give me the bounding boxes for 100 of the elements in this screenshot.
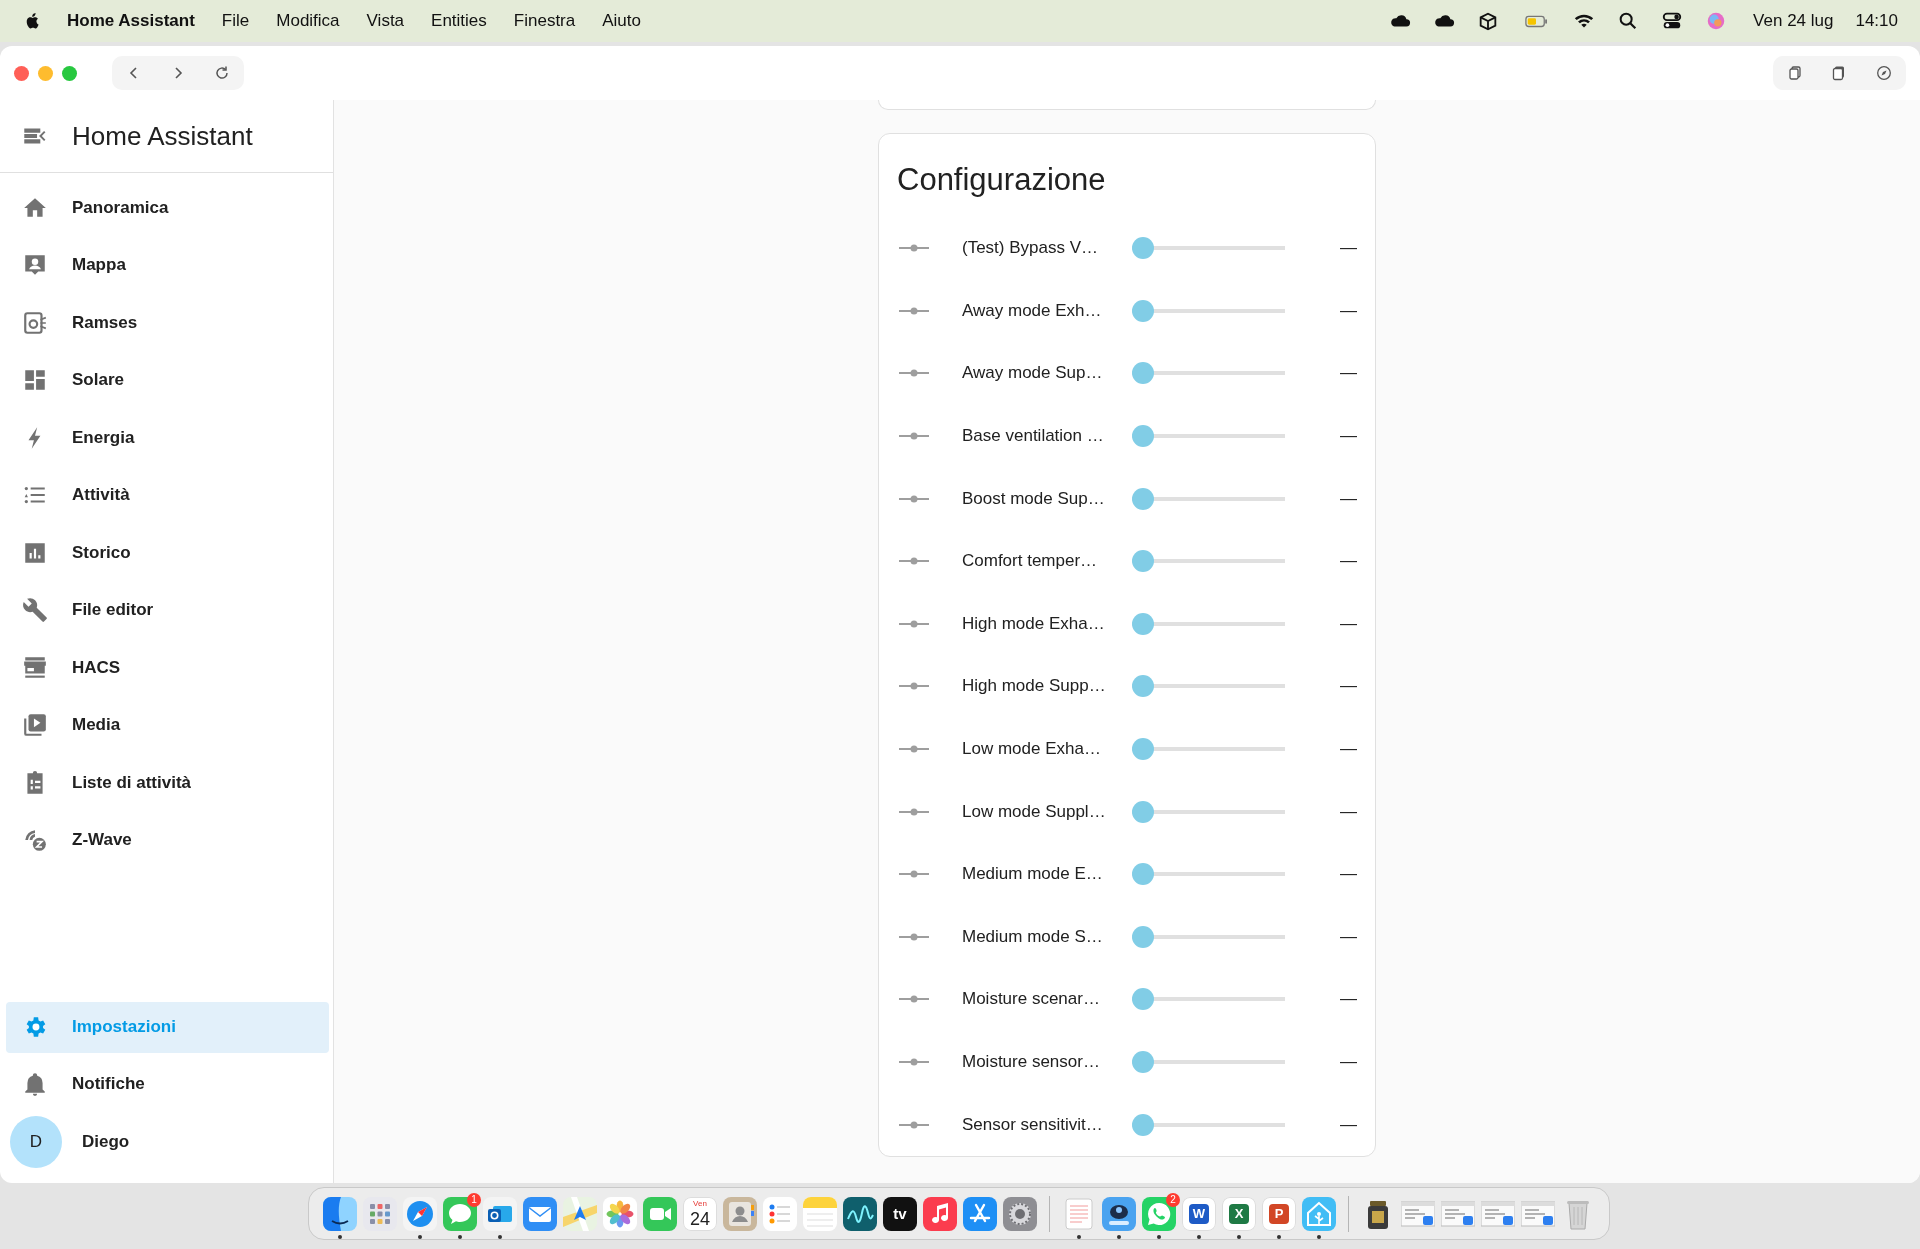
sidebar-item[interactable]: Notifiche (6, 1055, 329, 1113)
slider-thumb[interactable] (1132, 237, 1154, 260)
entity-name: Away mode Exh… (962, 300, 1103, 321)
zoom-button[interactable] (62, 65, 77, 81)
menu-item[interactable]: File (221, 11, 250, 31)
app-letter: P (1269, 1203, 1289, 1224)
entity-value: — (1339, 300, 1357, 321)
entity-name: Sensor sensitivit… (962, 1114, 1104, 1135)
entity-name: Away mode Sup… (962, 363, 1104, 384)
chat-bubble-icon[interactable] (443, 1196, 477, 1231)
app-tile-icon[interactable]: P (1262, 1196, 1296, 1231)
notepad-icon[interactable] (803, 1196, 837, 1231)
menu-date[interactable]: Ven 24 lug (1753, 11, 1834, 31)
slider-thumb[interactable] (1132, 863, 1154, 886)
menu-item[interactable]: Finestra (513, 11, 576, 31)
tv-app-icon[interactable]: tv (883, 1196, 917, 1231)
entity-name: Medium mode S… (962, 926, 1104, 947)
entity-name: Low mode Suppl… (962, 801, 1107, 822)
envelope-icon[interactable] (523, 1196, 557, 1231)
copy-icon[interactable] (1787, 65, 1804, 81)
slider-thumb[interactable] (1132, 612, 1154, 635)
paper-icon[interactable] (1062, 1196, 1096, 1231)
entity-value: — (1339, 238, 1357, 259)
squiggle-icon[interactable] (843, 1196, 877, 1231)
sidebar-item[interactable]: Ramses (6, 294, 329, 352)
envelope-icon[interactable] (483, 1196, 517, 1231)
entity-name: High mode Exha… (962, 613, 1106, 634)
slider-thumb[interactable] (1132, 1113, 1154, 1136)
sidebar-item[interactable]: Z-Wave (6, 811, 329, 869)
settings-icon[interactable] (1003, 1196, 1037, 1231)
entity-name: Boost mode Sup… (962, 488, 1106, 509)
slider-thumb[interactable] (1132, 675, 1154, 698)
slider-thumb[interactable] (1132, 800, 1154, 823)
store-icon (22, 654, 48, 681)
sidebar-item[interactable]: Storico (6, 524, 329, 582)
compass-icon[interactable] (1875, 65, 1892, 81)
sidebar-item[interactable]: Media (6, 696, 329, 754)
slider-thumb[interactable] (1132, 425, 1154, 448)
menu-time[interactable]: 14:10 (1855, 11, 1898, 31)
compass-icon[interactable] (403, 1196, 437, 1231)
slider-thumb[interactable] (1132, 487, 1154, 510)
menu-item[interactable]: Vista (366, 11, 405, 31)
wrench-icon (22, 597, 48, 624)
sidebar-item[interactable]: HACS (6, 639, 329, 697)
user-name[interactable]: Diego (82, 1131, 130, 1152)
entity-value: — (1339, 551, 1357, 572)
video-camera-icon[interactable] (643, 1196, 677, 1231)
slider-thumb[interactable] (1132, 925, 1154, 948)
map-icon[interactable] (563, 1196, 597, 1231)
entity-name: Moisture sensor… (962, 1052, 1101, 1072)
two-tone-square-icon[interactable] (323, 1196, 357, 1231)
entity-name: Low mode Exha… (962, 739, 1102, 760)
menu-item[interactable]: Modifica (276, 11, 340, 31)
entity-name: Moisture scenar… (962, 989, 1101, 1010)
sidebar-item[interactable]: Attività (6, 466, 329, 524)
sidebar-item[interactable]: Liste di attività (6, 754, 329, 812)
bell-icon (22, 1071, 48, 1098)
house-icon[interactable] (1302, 1196, 1336, 1231)
minimize-button[interactable] (38, 65, 53, 81)
list-icon[interactable] (763, 1196, 797, 1231)
close-button[interactable] (14, 65, 29, 81)
music-note-icon[interactable] (923, 1196, 957, 1231)
phone-bubble-icon[interactable] (1142, 1196, 1176, 1231)
calendar-icon[interactable]: Ven 24 (683, 1196, 717, 1231)
slider-thumb[interactable] (1132, 299, 1154, 322)
entity-value: — (1339, 676, 1357, 697)
slider-thumb[interactable] (1132, 1051, 1154, 1073)
entity-name: High mode Supp… (962, 676, 1107, 697)
sidebar-item[interactable]: Energia (6, 409, 329, 467)
menu-item[interactable]: Entities (431, 11, 487, 31)
calendar-date: 24 (690, 1208, 710, 1229)
sidebar-item[interactable]: Solare (6, 351, 329, 409)
entity-value: — (1339, 801, 1357, 822)
person-icon[interactable] (723, 1196, 757, 1231)
sidebar-item[interactable]: Panoramica (6, 179, 329, 237)
slider-thumb[interactable] (1132, 988, 1154, 1011)
flower-icon[interactable] (603, 1196, 637, 1231)
app-menu[interactable]: Home Assistant (67, 11, 195, 31)
app-tile-icon[interactable]: X (1222, 1196, 1256, 1231)
reload-icon[interactable] (214, 65, 230, 81)
entity-name: (Test) Bypass V… (962, 238, 1100, 259)
menu-item[interactable]: Aiuto (602, 11, 641, 31)
avatar[interactable]: D (10, 1115, 62, 1168)
device-icon (22, 309, 48, 336)
sidebar-item[interactable]: Mappa (6, 236, 329, 294)
slider-thumb[interactable] (1132, 362, 1154, 385)
notification-badge: 2 (1166, 1192, 1180, 1207)
sidebar-title: Home Assistant (72, 120, 253, 152)
slider-thumb[interactable] (1132, 550, 1154, 573)
entity-value: — (1339, 1114, 1357, 1135)
app-letter: W (1189, 1203, 1209, 1224)
apple-logo-icon[interactable] (24, 13, 40, 29)
sidebar-item[interactable]: File editor (6, 581, 329, 639)
app-store-icon[interactable] (963, 1196, 997, 1231)
entity-value: — (1339, 363, 1357, 384)
entity-name: Comfort temper… (962, 551, 1099, 572)
entity-value: — (1339, 864, 1357, 885)
entity-value: — (1339, 739, 1357, 760)
app-tile-icon[interactable]: W (1182, 1196, 1216, 1231)
slider-thumb[interactable] (1132, 738, 1154, 761)
